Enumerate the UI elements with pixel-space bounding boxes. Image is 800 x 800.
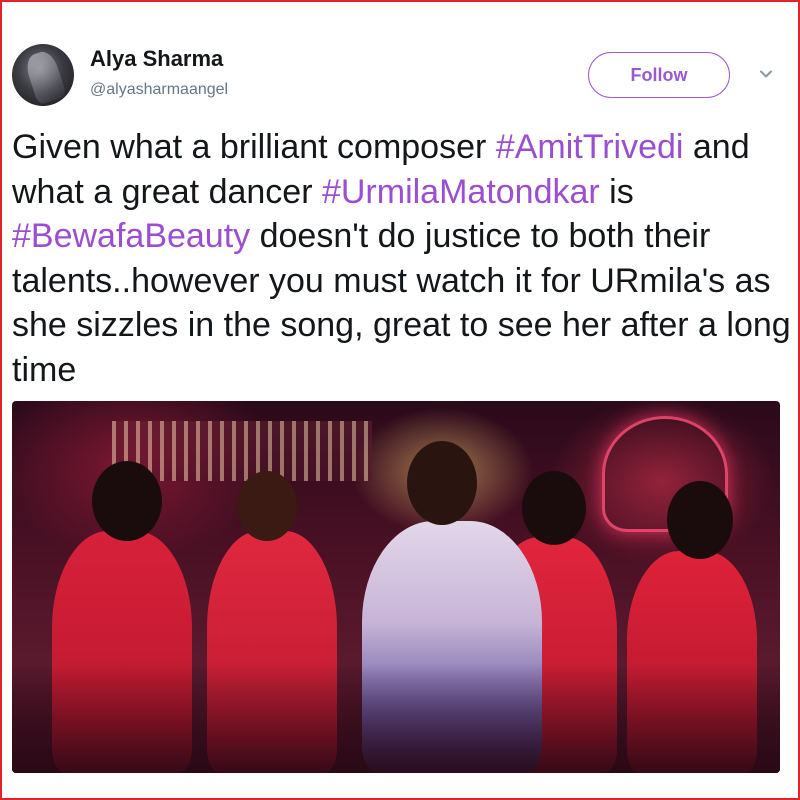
image-floor (12, 663, 780, 773)
avatar[interactable] (12, 44, 74, 106)
display-name[interactable]: Alya Sharma (90, 46, 223, 72)
follow-button[interactable]: Follow (588, 52, 730, 98)
tweet-text-segment: is (599, 172, 634, 211)
user-handle[interactable]: @alyasharmaangel (90, 81, 228, 99)
chevron-down-icon[interactable] (758, 66, 774, 82)
tweet-media-image[interactable] (12, 401, 780, 773)
hashtag-link[interactable]: #AmitTrivedi (496, 128, 684, 166)
tweet-text: Given what a brilliant composer #AmitTri… (12, 125, 792, 392)
tweet-card: Alya Sharma @alyasharmaangel Follow Give… (0, 0, 800, 800)
hashtag-link[interactable]: #UrmilaMatondkar (322, 173, 600, 211)
tweet-text-segment: Given what a brilliant composer (12, 128, 496, 166)
hashtag-link[interactable]: #BewafaBeauty (12, 217, 250, 255)
